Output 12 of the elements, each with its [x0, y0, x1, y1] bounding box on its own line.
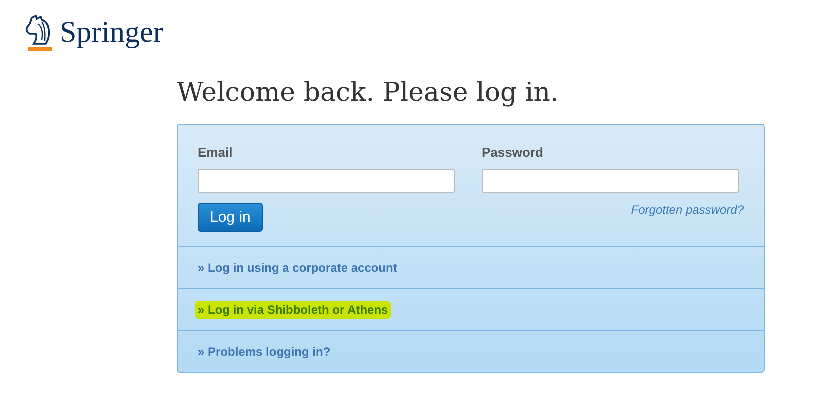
- input-field[interactable]: [482, 169, 739, 193]
- horse-head-icon: [24, 14, 54, 52]
- login-option-link[interactable]: » Problems logging in?: [198, 344, 331, 358]
- forgotten-password-link[interactable]: Forgotten password?: [631, 203, 744, 217]
- field-label: Password: [482, 145, 544, 160]
- login-option-link[interactable]: » Log in using a corporate account: [198, 260, 398, 274]
- login-option-link[interactable]: » Log in via Shibboleth or Athens: [195, 300, 392, 318]
- page-heading: Welcome back. Please log in.: [177, 78, 560, 108]
- login-button[interactable]: Log in: [198, 203, 263, 232]
- field-label: Email: [198, 145, 234, 160]
- logo-text[interactable]: Springer: [60, 16, 164, 50]
- input-field[interactable]: [198, 169, 455, 193]
